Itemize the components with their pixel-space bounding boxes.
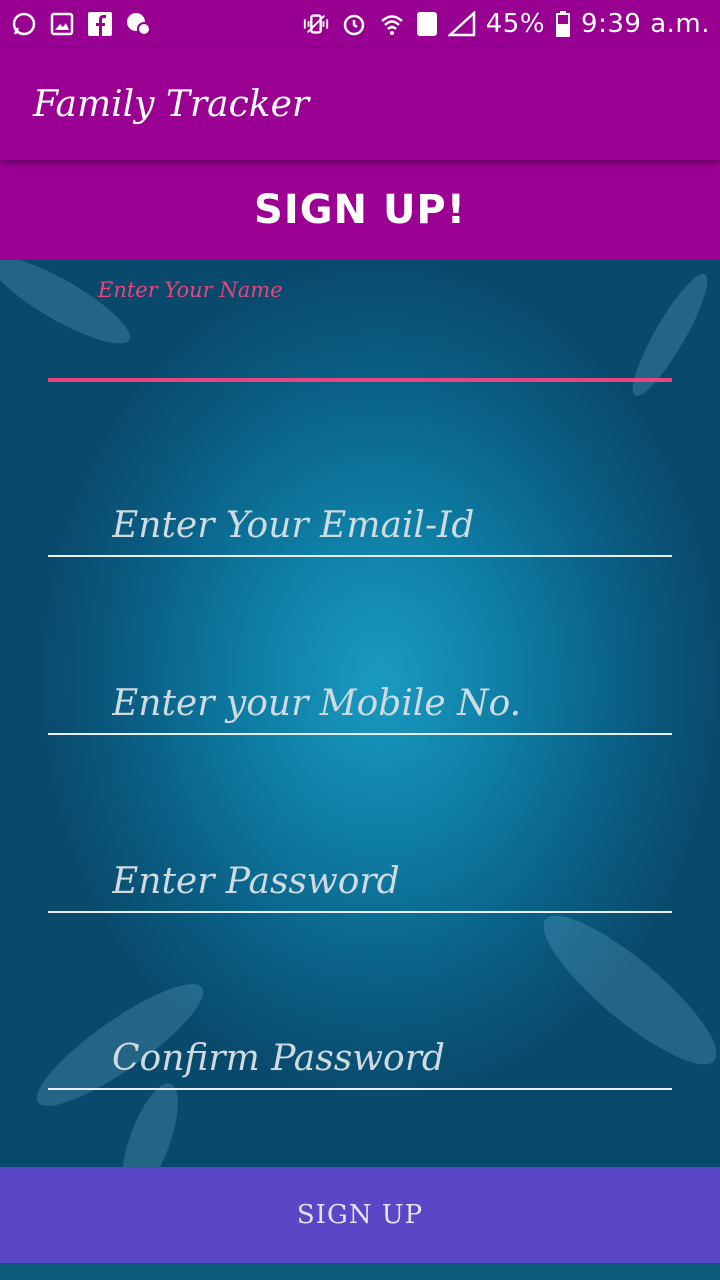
app-title: Family Tracker (33, 83, 310, 125)
bottom-strip (0, 1263, 720, 1280)
signup-banner: SIGN UP! (0, 160, 720, 260)
password-input[interactable] (110, 860, 654, 903)
clock: 9:39 a.m. (581, 9, 710, 39)
name-input[interactable] (110, 329, 654, 372)
password-field-underline (48, 911, 672, 913)
name-field: Enter Your Name (48, 278, 672, 382)
vibrate-icon (302, 10, 330, 38)
password-field (48, 836, 672, 913)
mobile-field (48, 658, 672, 735)
signal-icon (447, 10, 476, 38)
background-image (0, 260, 720, 1280)
confirm-password-field-underline (48, 1088, 672, 1090)
name-field-underline (48, 378, 672, 382)
confirm-password-input[interactable] (110, 1037, 654, 1080)
facebook-icon (86, 10, 114, 38)
mobile-input[interactable] (110, 682, 654, 725)
alarm-icon (340, 10, 368, 38)
email-field (48, 480, 672, 557)
gallery-icon (48, 10, 76, 38)
confirm-password-field (48, 1013, 672, 1090)
whatsapp-icon (10, 10, 38, 38)
name-field-label: Enter Your Name (98, 278, 283, 302)
wifi-icon (378, 10, 406, 38)
status-bar: 45% 9:39 a.m. (0, 0, 720, 48)
email-field-underline (48, 555, 672, 557)
chat-icon (124, 10, 152, 38)
page-title: SIGN UP! (254, 187, 466, 233)
battery-percent: 45% (485, 9, 546, 39)
signup-button[interactable]: SIGN UP (0, 1167, 720, 1263)
battery-icon (555, 10, 571, 38)
status-bar-right: 45% 9:39 a.m. (302, 9, 710, 39)
email-input[interactable] (110, 504, 654, 547)
sim-icon (416, 10, 438, 38)
app-bar: Family Tracker (0, 48, 720, 160)
mobile-field-underline (48, 733, 672, 735)
status-bar-left (10, 10, 152, 38)
